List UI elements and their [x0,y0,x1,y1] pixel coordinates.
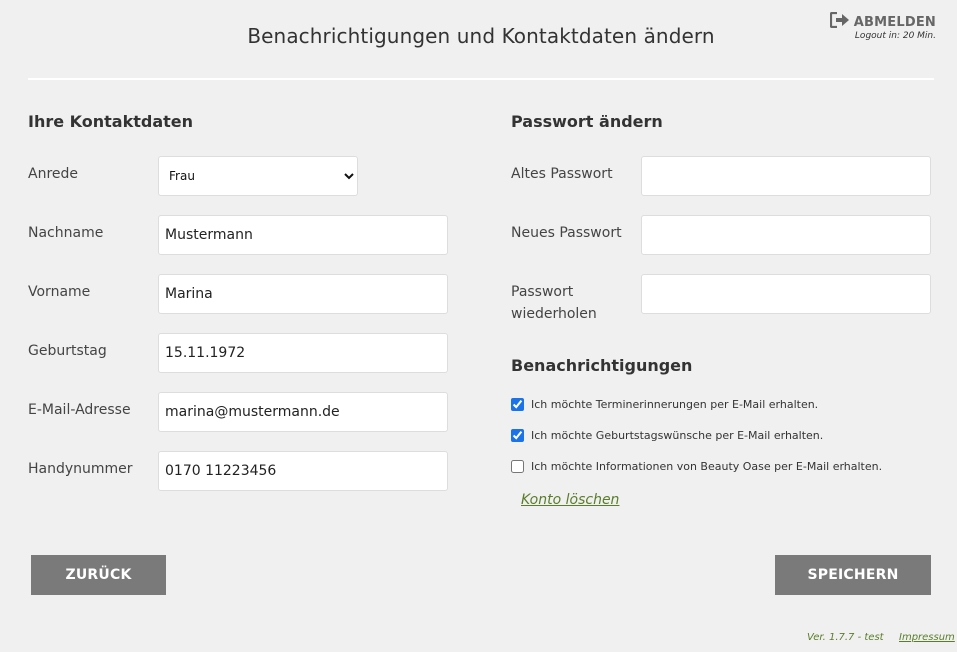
salutation-label: Anrede [28,166,79,182]
contact-heading: Ihre Kontaktdaten [28,112,194,131]
phone-input[interactable] [158,451,448,491]
firstname-input[interactable] [158,274,448,314]
logout-timer: Logout in: 20 Min. [854,31,936,41]
header-divider [28,78,934,80]
repeat-password-input[interactable] [641,274,931,314]
old-password-label: Altes Passwort [511,166,613,182]
notification-info-label: Ich möchte Informationen von Beauty Oase… [531,460,883,473]
new-password-input[interactable] [641,215,931,255]
notification-birthday-label: Ich möchte Geburtstagswünsche per E-Mail… [531,429,824,442]
notification-birthday[interactable]: Ich möchte Geburtstagswünsche per E-Mail… [511,429,823,442]
version-label: Ver. 1.7.7 - test [807,632,884,643]
lastname-input[interactable] [158,215,448,255]
notification-info-checkbox[interactable] [511,460,524,473]
old-password-input[interactable] [641,156,931,196]
notifications-heading: Benachrichtigungen [511,356,693,375]
save-button[interactable]: SPEICHERN [775,555,931,595]
firstname-label: Vorname [28,284,91,300]
notification-reminders[interactable]: Ich möchte Terminerinnerungen per E-Mail… [511,398,818,411]
repeat-password-label-line2: wiederholen [511,306,597,322]
notification-reminders-checkbox[interactable] [511,398,524,411]
notification-info[interactable]: Ich möchte Informationen von Beauty Oase… [511,460,882,473]
logout-label: ABMELDEN [853,14,936,30]
logout-button[interactable]: ABMELDEN Logout in: 20 Min. [829,11,936,41]
sign-out-icon [829,11,850,32]
birthday-label: Geburtstag [28,343,107,359]
phone-label: Handynummer [28,461,133,477]
password-heading: Passwort ändern [511,112,663,131]
lastname-label: Nachname [28,225,104,241]
notification-birthday-checkbox[interactable] [511,429,524,442]
delete-account-link[interactable]: Konto löschen [521,492,619,508]
repeat-password-label: Passwort wiederholen [511,281,597,325]
new-password-label: Neues Passwort [511,225,622,241]
notification-reminders-label: Ich möchte Terminerinnerungen per E-Mail… [531,398,819,411]
page-title: Benachrichtigungen und Kontaktdaten ände… [247,24,715,48]
email-label: E-Mail-Adresse [28,402,131,418]
back-button[interactable]: ZURÜCK [31,555,166,595]
salutation-select[interactable]: Frau [158,156,358,196]
imprint-link[interactable]: Impressum [899,632,955,643]
email-input[interactable] [158,392,448,432]
birthday-input[interactable] [158,333,448,373]
repeat-password-label-line1: Passwort [511,284,574,300]
